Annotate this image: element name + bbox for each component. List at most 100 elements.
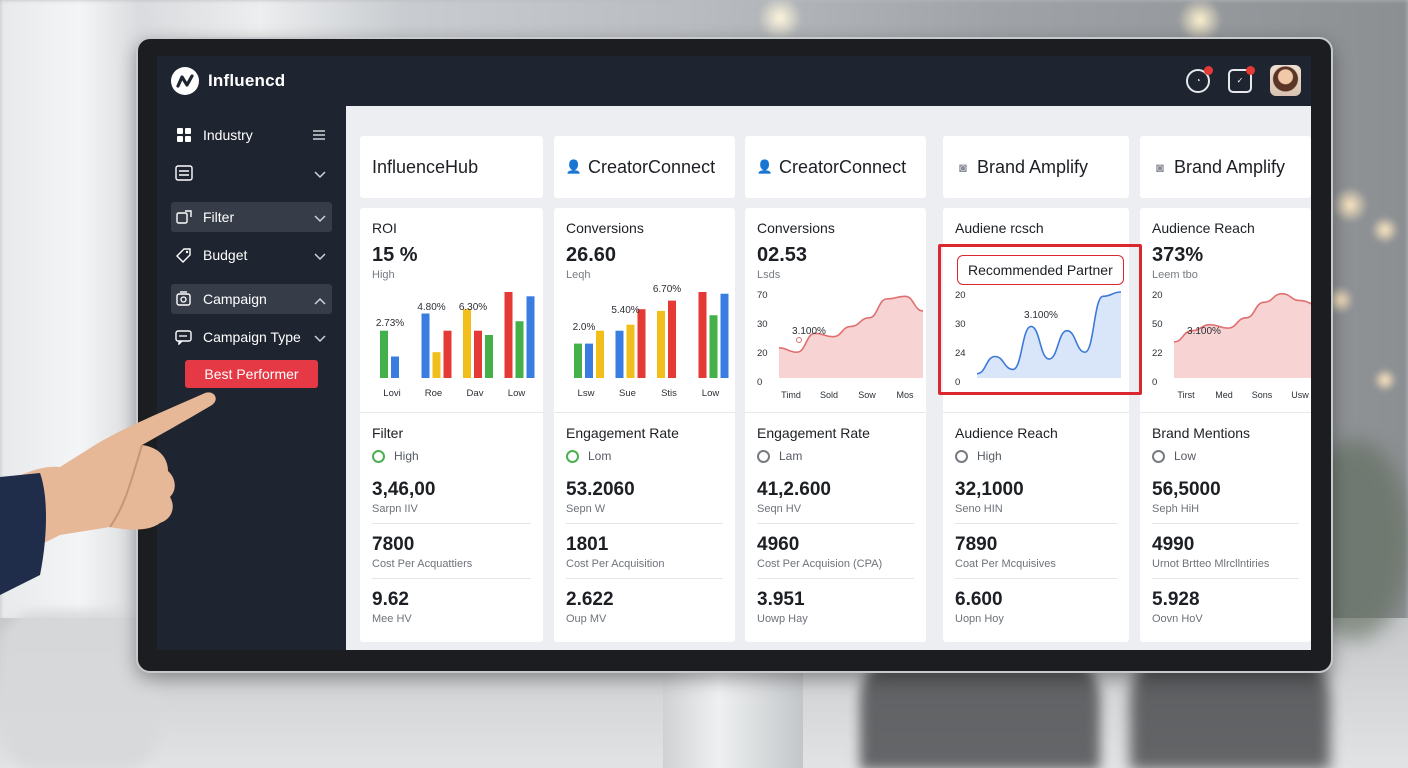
metric-row: 56,5000 Seph HiH [1152,479,1299,524]
sidebar-item-label: Budget [203,247,248,263]
x-tick-label: Usw [1291,390,1309,400]
chevron-up-icon[interactable] [314,292,326,308]
sidebar-item-list[interactable] [171,158,332,188]
metric-row: 3,46,00 Sarpn IIV [372,479,531,524]
app-logo[interactable]: Influencd [171,67,285,95]
x-tick-label: Sold [820,390,838,400]
x-tick-label: Timd [781,390,801,400]
chevron-down-icon[interactable] [314,166,326,182]
level-text: Lom [588,449,612,463]
notification-badge [1204,65,1213,75]
y-tick-label: 22 [1152,348,1163,359]
metric-value: 4960 [757,534,800,555]
chart-value: 26.60 [566,244,617,266]
sidebar-item-label: Filter [203,209,235,225]
chart-card: Audience Reach 373% Leem tbo 20 50 22 0 3.10… [1140,208,1311,412]
platform-card[interactable]: 👤 CreatorConnect [554,136,735,198]
metric-label: Cost Per Acquision (CPA) [757,558,883,570]
platform-card[interactable]: 👤 CreatorConnect [745,136,926,198]
y-tick-label: 30 [955,319,966,330]
metric-row: 7890 Coat Per Mcquisives [955,534,1117,579]
level-text: High [977,449,1002,463]
menu-icon[interactable] [312,128,326,144]
bar [391,356,399,378]
metric-value: 1801 [566,534,609,555]
metric-value: 7800 [372,534,415,555]
mini-chart: 20502203.100%2.20%TirstMedSonsUsw [1152,290,1311,400]
pointing-hand [0,392,216,595]
y-tick-label: 30 [757,319,768,330]
platform-card[interactable]: ◙ Brand Amplify [943,136,1129,198]
best-performer-button[interactable]: Best Performer [185,360,318,388]
bar [615,330,624,378]
x-tick-label: Sow [858,390,876,400]
chat-icon [175,329,193,345]
metric-value: 41,2.600 [757,479,831,500]
metrics-title: Engagement Rate [757,425,870,441]
chart-card: ROI 15 % High 2.73%4.80%6.30%8.70%LoviRo… [360,208,543,412]
metric-row: 7800 Cost Per Acquattiers [372,534,531,579]
bar [504,292,513,378]
notifications-icon[interactable]: ◔ [1186,65,1213,93]
metrics-card: Brand Mentions Low 56,5000 Seph HiH 4990… [1140,412,1311,642]
user-avatar[interactable] [1270,65,1301,96]
x-tick-label: Low [508,388,526,399]
bar [485,335,493,378]
sidebar-item-budget[interactable]: Budget [171,240,332,270]
metrics-title: Brand Mentions [1152,425,1251,441]
chevron-down-icon[interactable] [314,210,326,226]
chevron-down-icon[interactable] [314,248,326,264]
bar [668,300,676,378]
top-bar: Influencd ◔ ✓ [157,56,1311,106]
metrics-card: Filter High 3,46,00 Sarpn IIV 7800 Cost … [360,412,543,642]
metric-label: Uowp Hay [757,613,808,625]
dashboard-screen: Influencd ◔ ✓ Industry Filter Budget Cam… [157,56,1311,650]
chart-title: ROI [372,220,397,236]
cart-badge [1246,65,1255,75]
metrics-title: Engagement Rate [566,425,679,441]
metric-label: Cost Per Acquattiers [372,558,473,570]
check-circle-icon [372,449,385,463]
data-label: 3.100% [1187,326,1221,337]
platform-card[interactable]: InfluenceHub [360,136,543,198]
x-tick-label: Med [1215,390,1233,400]
x-tick-label: Mos [896,390,914,400]
x-tick-label: Dav [467,388,484,399]
area-fill [977,292,1121,378]
metric-row: 41,2.600 Seqn HV [757,479,914,524]
chart-subtitle: Leem tbo [1152,269,1198,281]
cart-icon[interactable]: ✓ [1228,65,1255,93]
metric-value: 5.928 [1152,589,1200,610]
chart-card: Conversions 02.53 Lsds 70302003.100%210,… [745,208,926,412]
bar [432,352,441,378]
platform-card[interactable]: ◙ Brand Amplify [1140,136,1311,198]
sidebar-item-campaign[interactable]: Campaign [171,284,332,314]
metrics-card: Engagement Rate Lom 53.2060 Sepn W 1801 … [554,412,735,642]
level-badge: High [372,449,531,463]
level-badge: High [955,449,1117,463]
sidebar-item-campaign-type[interactable]: Campaign Type [171,322,332,352]
y-tick-label: 0 [955,377,960,388]
filter-icon [175,209,193,225]
bar [463,309,471,378]
metric-row: 32,1000 Seno HIN [955,479,1117,524]
sidebar-item-filter[interactable]: Filter [171,202,332,232]
metric-label: Cost Per Acquisition [566,558,665,570]
y-tick-label: 20 [757,348,768,359]
chevron-down-icon[interactable] [314,330,326,346]
sidebar-item-industry[interactable]: Industry [171,120,332,150]
chart-subtitle: Leqh [566,269,591,281]
metric-row: 1801 Cost Per Acquisition [566,534,723,579]
metric-row: 9.62 Mee HV [372,589,531,633]
circle-icon [955,449,968,463]
metric-value: 2.622 [566,589,614,610]
list-icon [175,165,193,181]
grid-icon [175,127,193,143]
bar [443,330,452,378]
bar [515,321,524,378]
chart-title: Audiene rcsch [955,220,1044,236]
bar [709,315,718,378]
level-badge: Lom [566,449,723,463]
bar [637,309,646,378]
metric-label: Uopn Hoy [955,613,1004,625]
